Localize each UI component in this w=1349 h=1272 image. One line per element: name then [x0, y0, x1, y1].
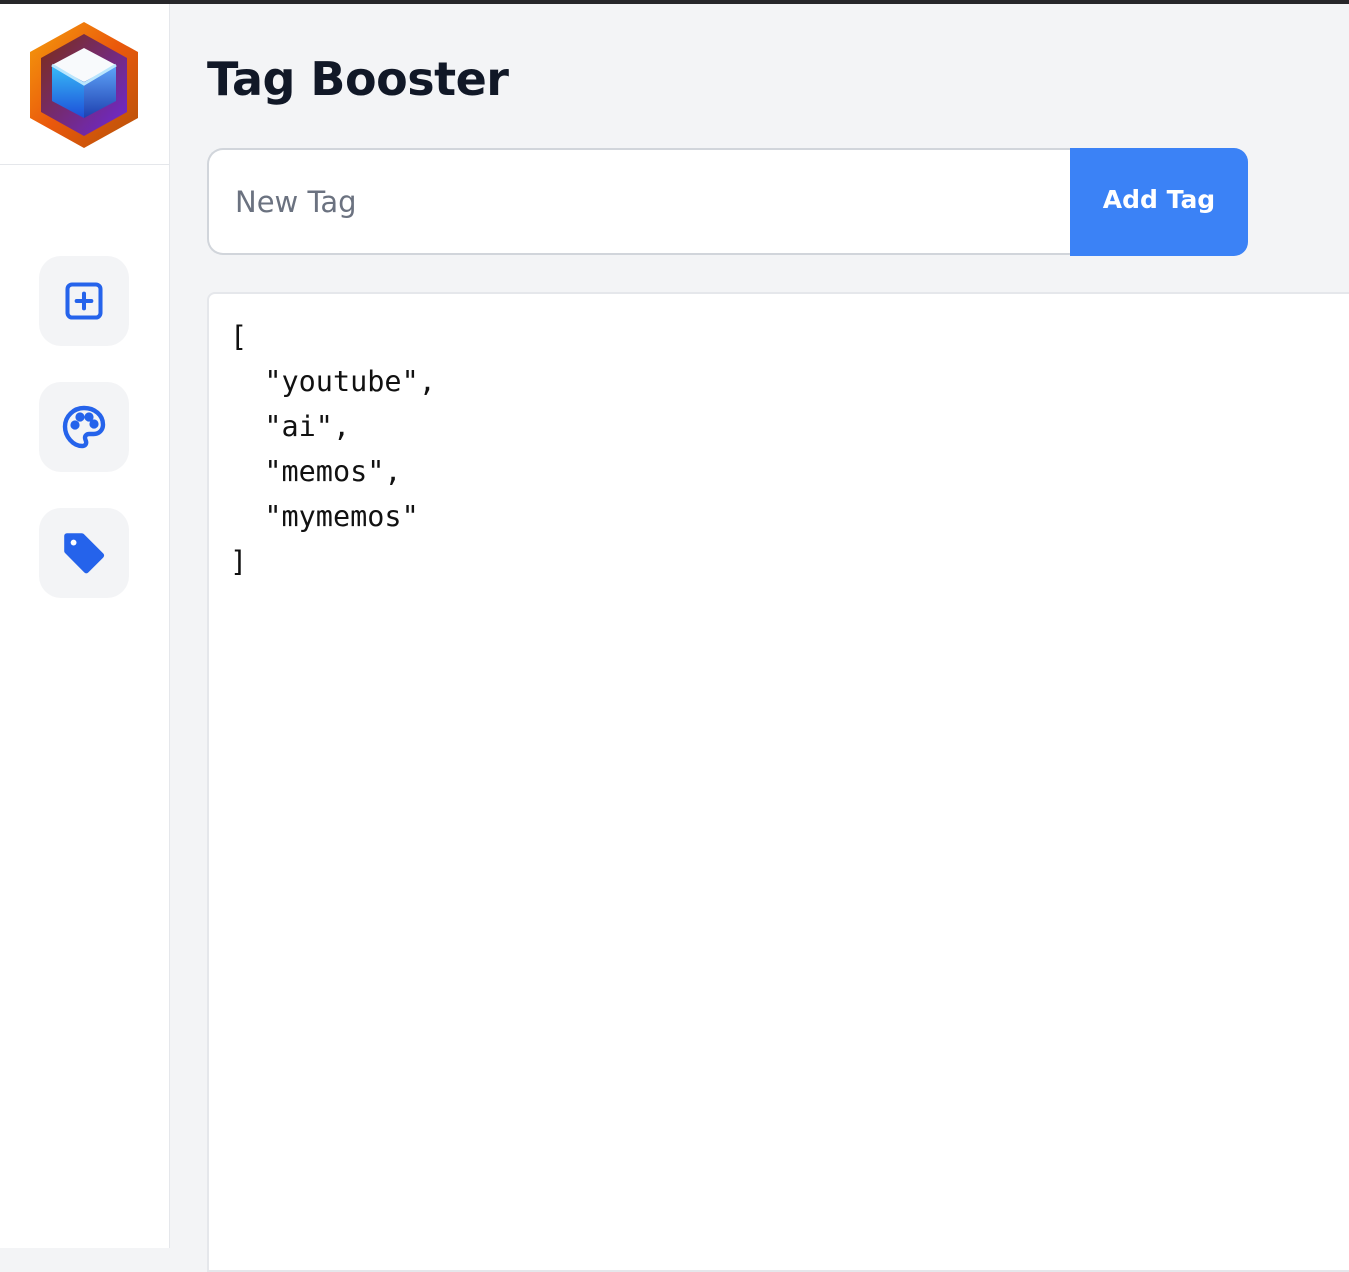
tags-json-panel: [ "youtube", "ai", "memos", "mymemos" ] [207, 292, 1349, 1272]
page-title: Tag Booster [207, 52, 509, 106]
plus-square-icon [65, 282, 103, 320]
add-tag-button[interactable]: Add Tag [1070, 148, 1248, 256]
sidebar-item-add-memo[interactable] [39, 256, 129, 346]
palette-icon [62, 405, 106, 449]
sidebar [0, 4, 170, 1248]
tags-json-text: [ "youtube", "ai", "memos", "mymemos" ] [230, 320, 436, 578]
sidebar-item-theme[interactable] [39, 382, 129, 472]
window-top-border [0, 0, 1349, 4]
new-tag-input[interactable] [207, 148, 1070, 255]
sidebar-item-tags[interactable] [39, 508, 129, 598]
tag-icon [64, 533, 105, 574]
cube-hexagon-logo-icon [30, 22, 138, 148]
logo-area [0, 4, 169, 165]
